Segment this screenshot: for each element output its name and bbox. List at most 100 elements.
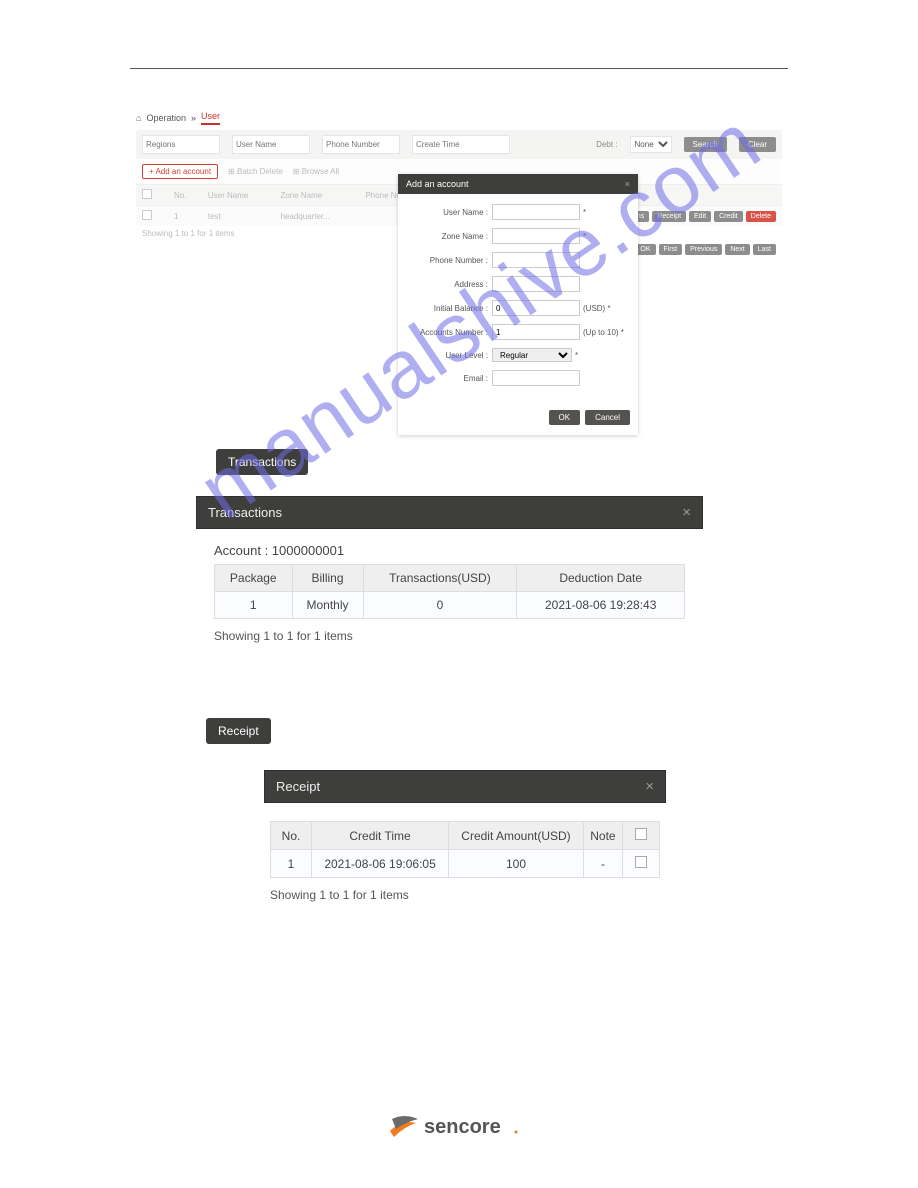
breadcrumb-operation[interactable]: Operation bbox=[146, 113, 186, 123]
cell-zone: headquarter... bbox=[274, 206, 359, 227]
credit-button[interactable]: Credit bbox=[714, 211, 743, 222]
page-prev[interactable]: Previous bbox=[685, 244, 722, 255]
select-all-checkbox[interactable] bbox=[635, 828, 647, 840]
row-checkbox[interactable] bbox=[142, 210, 152, 220]
input-balance[interactable] bbox=[492, 300, 580, 316]
page-next[interactable]: Next bbox=[725, 244, 749, 255]
transactions-chip[interactable]: Transactions bbox=[216, 449, 308, 475]
label-phone: Phone Number : bbox=[406, 256, 492, 265]
row-checkbox[interactable] bbox=[635, 856, 647, 868]
filter-phone[interactable] bbox=[322, 135, 400, 154]
input-username[interactable] bbox=[492, 204, 580, 220]
label-email: Email : bbox=[406, 374, 492, 383]
cell-no: 1 bbox=[168, 206, 202, 227]
batch-delete-link[interactable]: ⊞ Batch Delete bbox=[228, 167, 283, 176]
req-star: * bbox=[583, 208, 586, 217]
col-credit-amount: Credit Amount(USD) bbox=[449, 822, 584, 850]
modal-body: User Name : * Zone Name : * Phone Number :… bbox=[398, 194, 638, 404]
receipt-title: Receipt bbox=[276, 779, 320, 794]
req-star: * bbox=[583, 232, 586, 241]
filter-debt-label: Debt : bbox=[596, 140, 617, 149]
col-package: Package bbox=[215, 565, 293, 592]
breadcrumb: ⌂ Operation » User bbox=[136, 108, 782, 130]
balance-unit: (USD) * bbox=[583, 304, 611, 313]
transactions-title: Transactions bbox=[208, 505, 282, 520]
col-deduction-date: Deduction Date bbox=[517, 565, 685, 592]
browse-all-link[interactable]: ⊞ Browse All bbox=[293, 167, 339, 176]
select-all-checkbox[interactable] bbox=[142, 189, 152, 199]
table-row: 1 Monthly 0 2021-08-06 19:28:43 bbox=[215, 592, 685, 619]
col-no: No. bbox=[168, 185, 202, 206]
input-zone[interactable] bbox=[492, 228, 580, 244]
page-ok[interactable]: OK bbox=[635, 244, 655, 255]
cell-deduction-date: 2021-08-06 19:28:43 bbox=[517, 592, 685, 619]
cell-no: 1 bbox=[271, 850, 312, 878]
cell-credit-time: 2021-08-06 19:06:05 bbox=[312, 850, 449, 878]
add-account-button[interactable]: + Add an account bbox=[142, 164, 218, 179]
label-zone: Zone Name : bbox=[406, 232, 492, 241]
edit-button[interactable]: Edit bbox=[689, 211, 711, 222]
modal-cancel-button[interactable]: Cancel bbox=[585, 410, 630, 425]
col-credit-time: Credit Time bbox=[312, 822, 449, 850]
filter-createtime[interactable] bbox=[412, 135, 510, 154]
req-star: * bbox=[575, 351, 578, 360]
modal-ok-button[interactable]: OK bbox=[549, 410, 581, 425]
clear-button[interactable]: Clear bbox=[739, 137, 776, 152]
transactions-summary: Showing 1 to 1 for 1 items bbox=[196, 619, 703, 643]
filter-bar: Debt : None Search Clear bbox=[136, 130, 782, 159]
cell-check bbox=[623, 850, 660, 878]
transactions-table: Package Billing Transactions(USD) Deduct… bbox=[214, 564, 685, 619]
filter-regions[interactable] bbox=[142, 135, 220, 154]
input-address[interactable] bbox=[492, 276, 580, 292]
account-label: Account : 1000000001 bbox=[196, 543, 703, 564]
col-no: No. bbox=[271, 822, 312, 850]
input-email[interactable] bbox=[492, 370, 580, 386]
cell-note: - bbox=[583, 850, 622, 878]
col-zone: Zone Name bbox=[274, 185, 359, 206]
add-account-modal: Add an account × User Name : * Zone Name … bbox=[398, 174, 638, 435]
receipt-header: Receipt × bbox=[264, 770, 666, 803]
page-last[interactable]: Last bbox=[753, 244, 776, 255]
brand-text: sencore bbox=[424, 1116, 501, 1138]
home-icon[interactable]: ⌂ bbox=[136, 113, 141, 123]
transactions-panel: Transactions × Account : 1000000001 Pack… bbox=[196, 496, 703, 655]
select-level[interactable]: Regular bbox=[492, 348, 572, 362]
transactions-header: Transactions × bbox=[196, 496, 703, 529]
label-accounts: Accounts Number : bbox=[406, 328, 492, 337]
input-accounts[interactable] bbox=[492, 324, 580, 340]
receipt-table: No. Credit Time Credit Amount(USD) Note … bbox=[270, 821, 660, 878]
page-first[interactable]: First bbox=[659, 244, 683, 255]
col-username: User Name bbox=[202, 185, 275, 206]
receipt-button[interactable]: Receipt bbox=[652, 211, 686, 222]
receipt-chip[interactable]: Receipt bbox=[206, 718, 271, 744]
label-level: User Level : bbox=[406, 351, 492, 360]
close-icon[interactable]: × bbox=[625, 179, 630, 189]
col-check bbox=[623, 822, 660, 850]
table-row: 1 2021-08-06 19:06:05 100 - bbox=[271, 850, 660, 878]
col-billing: Billing bbox=[292, 565, 363, 592]
page-divider bbox=[130, 68, 788, 69]
cell-trans-usd: 0 bbox=[363, 592, 517, 619]
search-button[interactable]: Search bbox=[684, 137, 727, 152]
receipt-body: No. Credit Time Credit Amount(USD) Note … bbox=[264, 803, 666, 914]
close-icon[interactable]: × bbox=[682, 504, 691, 521]
modal-header: Add an account × bbox=[398, 174, 638, 194]
input-phone[interactable] bbox=[492, 252, 580, 268]
user-admin-screenshot: ⌂ Operation » User Debt : None Search Cl… bbox=[136, 108, 782, 438]
label-address: Address : bbox=[406, 280, 492, 289]
cell-billing: Monthly bbox=[292, 592, 363, 619]
close-icon[interactable]: × bbox=[645, 778, 654, 795]
breadcrumb-user[interactable]: User bbox=[201, 111, 220, 125]
brand-logo: sencore bbox=[0, 1109, 918, 1143]
modal-footer: OK Cancel bbox=[398, 404, 638, 435]
filter-debt-select[interactable]: None bbox=[630, 136, 672, 153]
filter-username[interactable] bbox=[232, 135, 310, 154]
label-balance: Initial Balance : bbox=[406, 304, 492, 313]
breadcrumb-sep: » bbox=[191, 113, 196, 123]
delete-button[interactable]: Delete bbox=[746, 211, 776, 222]
col-note: Note bbox=[583, 822, 622, 850]
label-username: User Name : bbox=[406, 208, 492, 217]
receipt-panel: Receipt × No. Credit Time Credit Amount(… bbox=[264, 770, 666, 914]
cell-credit-amount: 100 bbox=[449, 850, 584, 878]
cell-user: test bbox=[202, 206, 275, 227]
